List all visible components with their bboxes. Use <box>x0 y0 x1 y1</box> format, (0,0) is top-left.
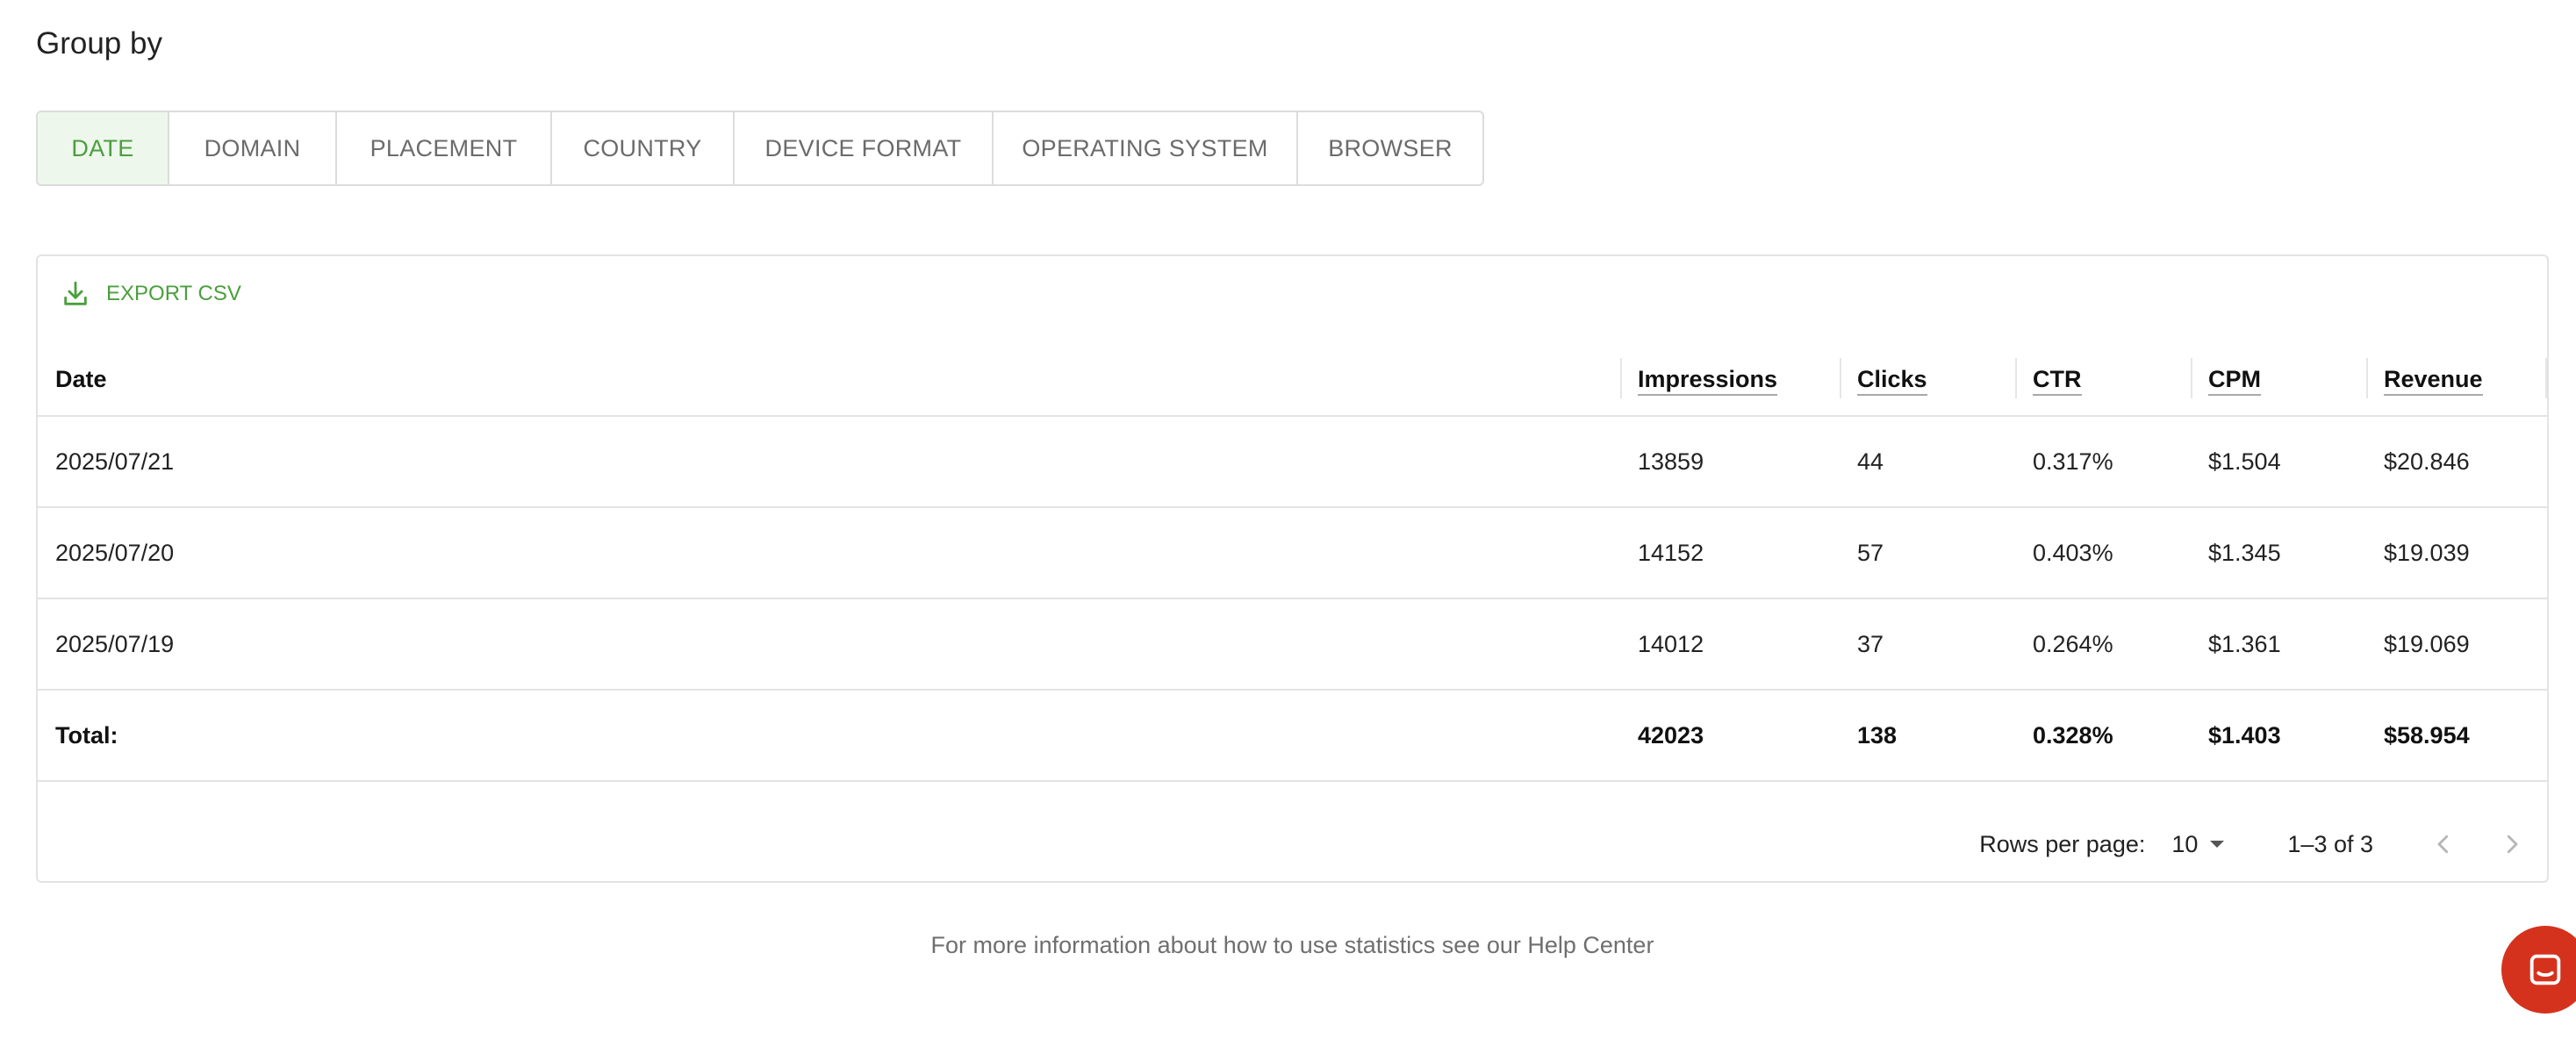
export-csv-label: EXPORT CSV <box>106 282 241 305</box>
total-cpm: $1.403 <box>2191 690 2366 782</box>
export-csv-button[interactable]: EXPORT CSV <box>61 279 241 309</box>
table-row: 2025/07/21 13859 44 0.317% $1.504 $20.84… <box>38 416 2547 508</box>
help-center-link[interactable]: Help Center <box>1527 932 1654 958</box>
tab-date[interactable]: DATE <box>38 112 169 184</box>
chevron-down-icon <box>2210 841 2225 848</box>
cell-ctr: 0.403% <box>2015 507 2191 599</box>
table-row: 2025/07/19 14012 37 0.264% $1.361 $19.06… <box>38 598 2547 691</box>
tab-placement[interactable]: PLACEMENT <box>337 112 552 184</box>
table-total-row: Total: 42023 138 0.328% $1.403 $58.954 <box>38 690 2547 782</box>
cell-clicks: 44 <box>1840 416 2015 508</box>
previous-page-button[interactable] <box>2422 823 2465 865</box>
total-label: Total: <box>38 690 1620 782</box>
total-revenue: $58.954 <box>2366 690 2547 782</box>
rows-per-page-select[interactable]: 10 <box>2171 830 2225 858</box>
chevron-left-icon <box>2437 835 2449 854</box>
header-cpm[interactable]: CPM <box>2191 344 2366 417</box>
next-page-button[interactable] <box>2491 823 2533 865</box>
cell-date: 2025/07/21 <box>38 416 1620 508</box>
header-revenue[interactable]: Revenue <box>2366 344 2547 417</box>
cell-revenue: $19.069 <box>2366 598 2547 691</box>
total-ctr: 0.328% <box>2015 690 2191 782</box>
table-header-row: Date Impressions Clicks CTR CPM Revenue <box>38 344 2547 417</box>
cell-cpm: $1.345 <box>2191 507 2366 599</box>
header-impressions[interactable]: Impressions <box>1620 344 1840 417</box>
cell-impressions: 14012 <box>1620 598 1840 691</box>
cell-clicks: 57 <box>1840 507 2015 599</box>
cell-ctr: 0.264% <box>2015 598 2191 691</box>
cell-cpm: $1.504 <box>2191 416 2366 508</box>
tab-country[interactable]: COUNTRY <box>552 112 735 184</box>
header-ctr[interactable]: CTR <box>2015 344 2191 417</box>
cell-ctr: 0.317% <box>2015 416 2191 508</box>
rows-per-page-label: Rows per page: <box>1979 830 2146 857</box>
pagination: Rows per page: 10 1–3 of 3 <box>1979 809 2547 879</box>
group-by-tabs: DATE DOMAIN PLACEMENT COUNTRY DEVICE FOR… <box>36 111 1484 186</box>
chat-launcher[interactable] <box>2501 926 2576 1014</box>
chat-button[interactable] <box>2501 926 2576 1014</box>
cell-cpm: $1.361 <box>2191 598 2366 691</box>
chat-icon <box>2529 954 2561 985</box>
group-by-title: Group by <box>36 26 162 61</box>
help-text: For more information about how to use st… <box>0 932 2576 959</box>
pagination-range: 1–3 of 3 <box>2287 830 2373 857</box>
rows-per-page-value: 10 <box>2171 830 2199 857</box>
statistics-page: Group by DATE DOMAIN PLACEMENT COUNTRY D… <box>0 0 2576 1046</box>
download-icon <box>61 279 90 309</box>
cell-revenue: $20.846 <box>2366 416 2547 508</box>
cell-impressions: 13859 <box>1620 416 1840 508</box>
cell-date: 2025/07/19 <box>38 598 1620 691</box>
help-prefix: For more information about how to use st… <box>930 932 1528 958</box>
cell-impressions: 14152 <box>1620 507 1840 599</box>
chevron-right-icon <box>2507 835 2518 854</box>
cell-revenue: $19.039 <box>2366 507 2547 599</box>
statistics-table: Date Impressions Clicks CTR CPM Revenue … <box>38 344 2547 782</box>
tab-browser[interactable]: BROWSER <box>1298 112 1482 184</box>
total-impressions: 42023 <box>1620 690 1840 782</box>
cell-date: 2025/07/20 <box>38 507 1620 599</box>
cell-clicks: 37 <box>1840 598 2015 691</box>
tab-device-format[interactable]: DEVICE FORMAT <box>735 112 994 184</box>
statistics-card: EXPORT CSV Date Impressions Clicks CTR C… <box>36 254 2549 883</box>
total-clicks: 138 <box>1840 690 2015 782</box>
tab-domain[interactable]: DOMAIN <box>169 112 337 184</box>
header-date: Date <box>38 344 1620 417</box>
header-clicks[interactable]: Clicks <box>1840 344 2015 417</box>
table-row: 2025/07/20 14152 57 0.403% $1.345 $19.03… <box>38 507 2547 599</box>
tab-operating-system[interactable]: OPERATING SYSTEM <box>994 112 1298 184</box>
